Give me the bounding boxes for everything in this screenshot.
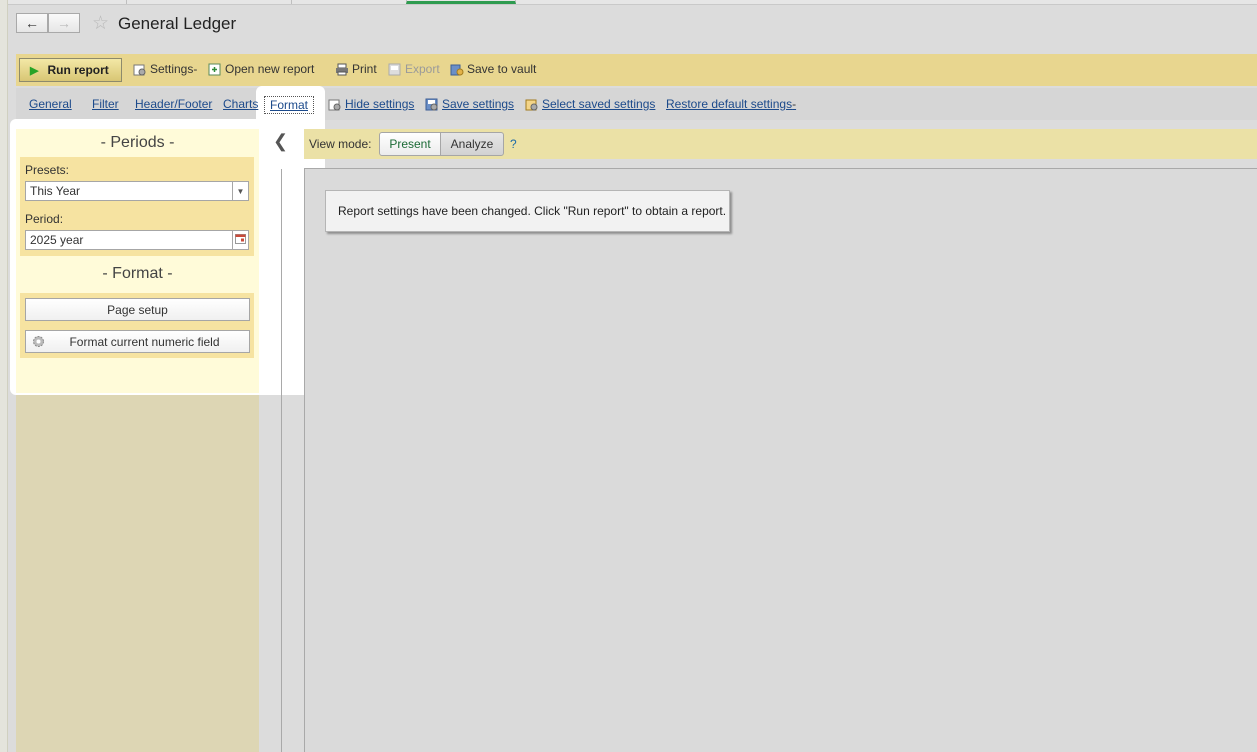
hide-settings-link[interactable]: Hide settings bbox=[328, 97, 414, 111]
tab-filter[interactable]: Filter bbox=[92, 97, 119, 111]
format-numeric-field-button[interactable]: Format current numeric field bbox=[25, 330, 250, 353]
hide-settings-label: Hide settings bbox=[345, 97, 415, 111]
hide-settings-icon bbox=[328, 98, 341, 111]
save-settings-icon bbox=[425, 98, 438, 111]
panel-splitter[interactable] bbox=[281, 169, 282, 752]
save-to-vault-button[interactable]: Save to vault bbox=[450, 62, 536, 76]
window-tab-active[interactable] bbox=[406, 0, 516, 4]
select-saved-settings-link[interactable]: Select saved settings bbox=[525, 97, 655, 111]
favorite-star-icon[interactable]: ☆ bbox=[92, 13, 109, 35]
presets-label: Presets: bbox=[25, 163, 70, 177]
export-button[interactable]: Export bbox=[388, 62, 440, 76]
present-mode-button[interactable]: Present bbox=[379, 132, 441, 156]
run-report-button[interactable]: ▶ Run report bbox=[19, 58, 122, 82]
command-bar bbox=[16, 54, 1257, 86]
caret-down-icon: ▼ bbox=[236, 186, 245, 196]
print-label: Print bbox=[352, 62, 377, 76]
open-new-report-button[interactable]: Open new report bbox=[208, 62, 314, 76]
save-settings-label: Save settings bbox=[442, 97, 515, 111]
view-mode-label: View mode: bbox=[309, 137, 372, 151]
settings-menu-button[interactable]: Settings - bbox=[133, 62, 197, 76]
select-saved-settings-icon bbox=[525, 98, 538, 111]
restore-default-settings-link[interactable]: Restore default settings - bbox=[666, 97, 796, 111]
back-button[interactable]: ← bbox=[16, 13, 48, 33]
dropdown-marker: - bbox=[792, 97, 797, 111]
calendar-button[interactable] bbox=[232, 230, 249, 250]
save-to-vault-label: Save to vault bbox=[467, 62, 537, 76]
collapse-panel-chevron-icon[interactable]: ❮ bbox=[273, 131, 288, 152]
period-field[interactable]: 2025 year bbox=[25, 230, 233, 250]
periods-heading: - Periods - bbox=[100, 134, 175, 151]
format-numeric-field-label: Format current numeric field bbox=[69, 334, 220, 349]
arrow-right-icon: → bbox=[57, 15, 71, 31]
run-report-label: Run report bbox=[47, 63, 109, 77]
tab-format[interactable]: Format bbox=[264, 96, 315, 114]
restore-default-settings-label: Restore default settings bbox=[666, 97, 793, 111]
period-label: Period: bbox=[25, 212, 64, 226]
tab-general[interactable]: General bbox=[29, 97, 72, 111]
window-tab[interactable] bbox=[126, 0, 292, 4]
report-canvas bbox=[304, 168, 1257, 752]
gear-icon bbox=[32, 335, 45, 351]
tab-header-footer[interactable]: Header/Footer bbox=[135, 97, 212, 111]
presets-dropdown-button[interactable]: ▼ bbox=[232, 181, 249, 201]
export-icon bbox=[388, 63, 401, 76]
format-heading: - Format - bbox=[102, 265, 173, 282]
settings-icon bbox=[133, 63, 146, 76]
dropdown-marker: - bbox=[193, 62, 198, 76]
page-setup-button[interactable]: Page setup bbox=[25, 298, 250, 321]
play-icon: ▶ bbox=[30, 64, 39, 77]
print-button[interactable]: Print bbox=[335, 62, 377, 76]
left-edge-bar bbox=[0, 0, 8, 752]
analyze-mode-button[interactable]: Analyze bbox=[440, 132, 504, 156]
new-window-icon bbox=[208, 63, 221, 76]
open-new-report-label: Open new report bbox=[225, 62, 315, 76]
export-label: Export bbox=[405, 62, 440, 76]
arrow-left-icon: ← bbox=[25, 15, 39, 31]
forward-button[interactable]: → bbox=[48, 13, 80, 33]
save-settings-link[interactable]: Save settings bbox=[425, 97, 514, 111]
page-title: General Ledger bbox=[118, 14, 237, 33]
view-mode-help-link[interactable]: ? bbox=[510, 137, 517, 151]
printer-icon bbox=[335, 63, 348, 76]
vault-icon bbox=[450, 63, 464, 76]
calendar-icon bbox=[235, 234, 246, 246]
settings-changed-notice: Report settings have been changed. Click… bbox=[325, 190, 730, 232]
presets-select[interactable]: This Year bbox=[25, 181, 233, 201]
tab-charts[interactable]: Charts bbox=[223, 97, 258, 111]
settings-label: Settings bbox=[150, 62, 194, 76]
select-saved-settings-label: Select saved settings bbox=[542, 97, 656, 111]
